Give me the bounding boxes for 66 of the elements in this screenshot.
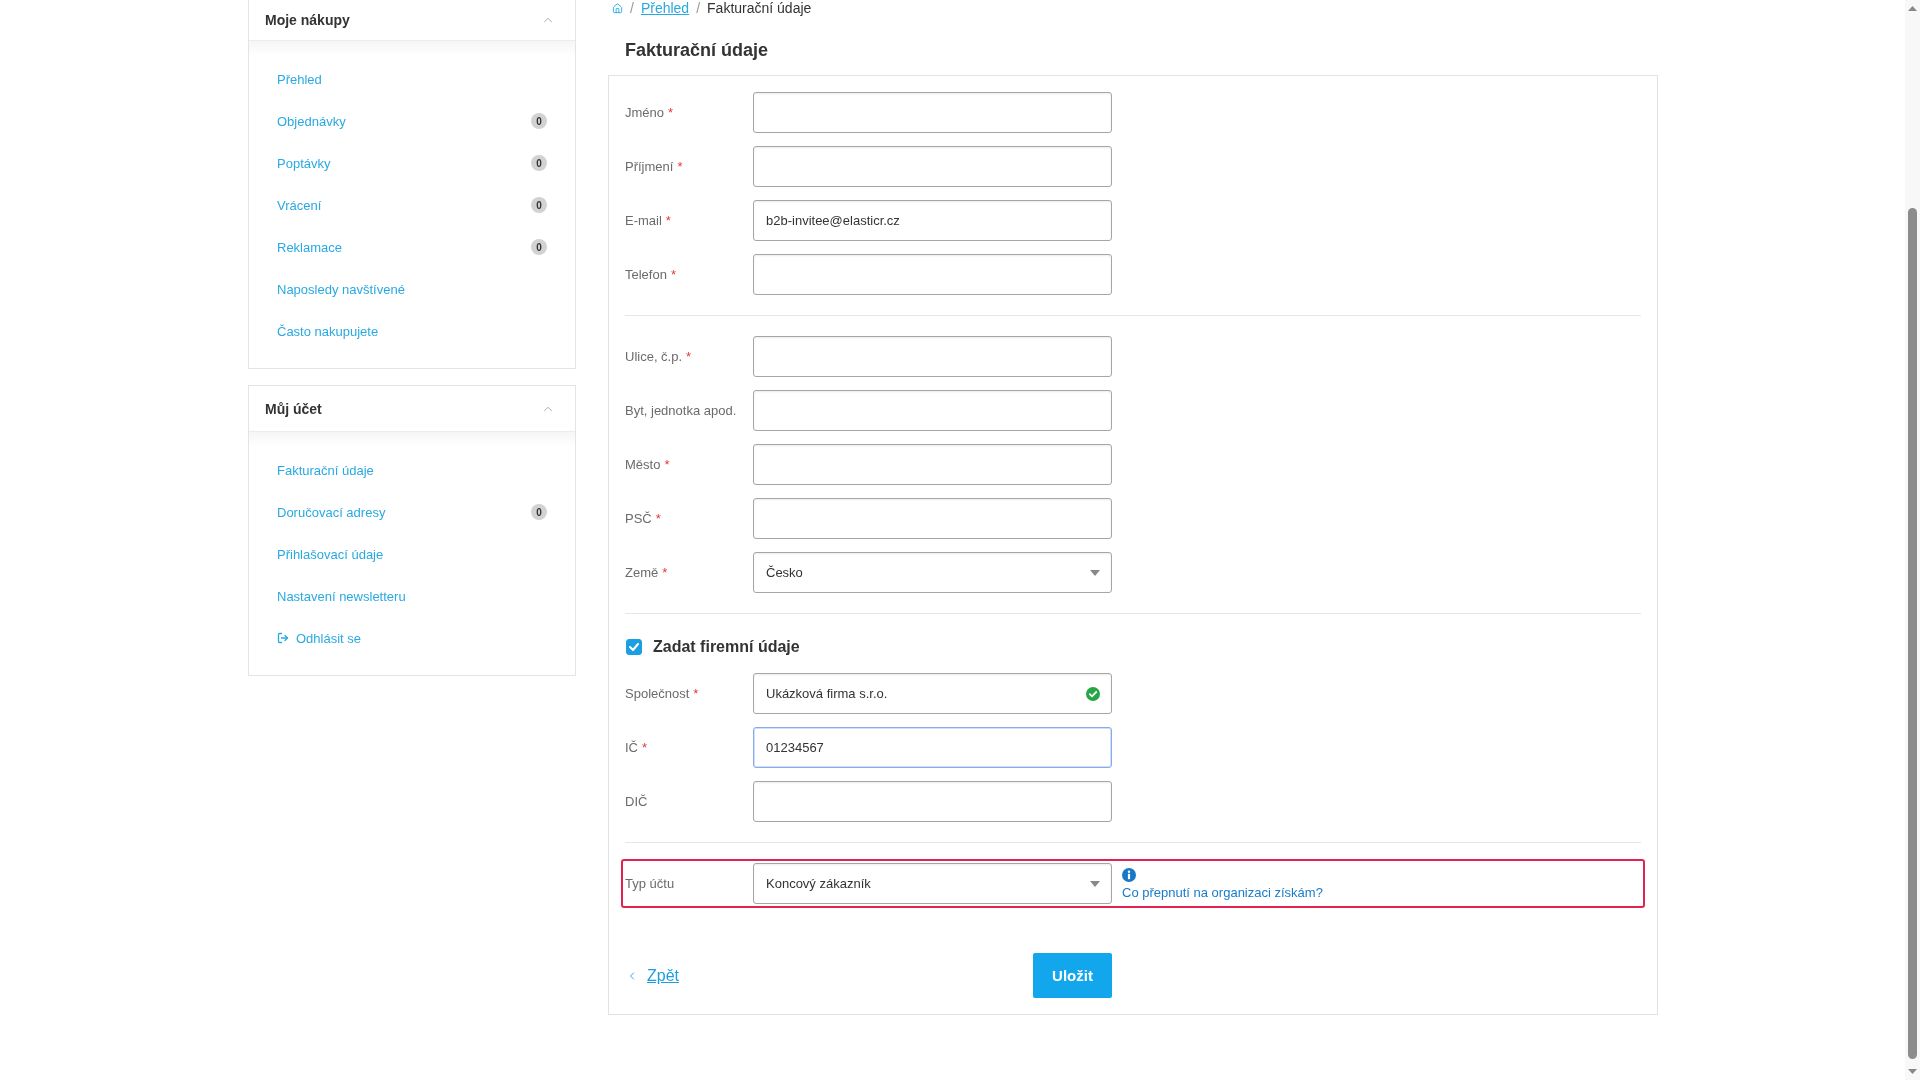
help-link[interactable]: Co přepnutí na organizaci získám? xyxy=(1122,884,1323,900)
page-title: Fakturační údaje xyxy=(625,39,769,62)
field-label: Telefon * xyxy=(625,267,677,282)
checkbox[interactable] xyxy=(626,639,642,655)
sidebar-link[interactable]: Naposledy navštívené xyxy=(277,281,405,297)
tick-icon xyxy=(629,643,639,651)
count-badge: 0 xyxy=(531,504,547,520)
checkbox-label: Zadat firemní údaje xyxy=(653,638,800,656)
input-field[interactable]: 01234567 xyxy=(753,727,1112,768)
count-badge: 0 xyxy=(531,239,547,255)
sidebar-link[interactable]: Objednávky xyxy=(277,113,346,129)
field-label: Země * xyxy=(625,565,669,580)
input-field[interactable] xyxy=(753,498,1112,539)
sidebar-link[interactable]: Nastavení newsletteru xyxy=(277,588,406,604)
field-label: PSČ * xyxy=(625,511,662,526)
sidebar-link[interactable]: Fakturační údaje xyxy=(277,462,374,478)
field-label: Město * xyxy=(625,457,671,472)
field-label: Typ účtu xyxy=(625,876,676,891)
caret-icon xyxy=(1090,569,1100,576)
field-label: Příjmení * xyxy=(625,159,684,174)
field-label: Byt, jednotka apod. xyxy=(625,403,738,418)
scroll-up-icon[interactable] xyxy=(1908,6,1917,11)
home-icon[interactable] xyxy=(612,2,623,14)
count-badge: 0 xyxy=(531,155,547,171)
panel-title: Můj účet xyxy=(265,400,322,417)
breadcrumb-link[interactable]: Přehled xyxy=(640,0,690,16)
logout-icon xyxy=(277,632,289,644)
input-field[interactable] xyxy=(753,390,1112,431)
field-label: IČ * xyxy=(625,740,649,755)
input-field[interactable] xyxy=(753,444,1112,485)
scrollbar-thumb[interactable] xyxy=(1908,208,1917,1059)
breadcrumb-separator: / xyxy=(696,0,701,16)
sidebar-link[interactable]: Vrácení xyxy=(277,197,322,213)
dropdown-field[interactable]: Česko xyxy=(753,552,1112,593)
input-field[interactable] xyxy=(753,781,1112,822)
back-link[interactable]: Zpět xyxy=(625,966,679,985)
count-badge: 0 xyxy=(531,113,547,129)
logout-link[interactable]: Odhlásit se xyxy=(277,630,362,646)
field-label: E-mail * xyxy=(625,213,672,228)
sidebar-link[interactable]: Přihlašovací údaje xyxy=(277,546,384,562)
field-label: Ulice, č.p. * xyxy=(625,349,693,364)
sidebar-link[interactable]: Přehled xyxy=(277,71,322,87)
sidebar-link[interactable]: Poptávky xyxy=(277,155,331,171)
input-field[interactable]: b2b-invitee@elasticr.cz xyxy=(753,200,1112,241)
input-field[interactable] xyxy=(753,336,1112,377)
sidebar-link[interactable]: Často nakupujete xyxy=(277,323,379,339)
save-button[interactable]: Uložit xyxy=(1033,953,1112,998)
scroll-down-icon[interactable] xyxy=(1908,1069,1917,1074)
dropdown-field[interactable]: Koncový zákazník xyxy=(753,863,1112,904)
panel-title: Moje nákupy xyxy=(265,12,350,28)
input-field[interactable] xyxy=(753,146,1112,187)
sidebar-link[interactable]: Doručovací adresy xyxy=(277,504,386,520)
input-field[interactable] xyxy=(753,92,1112,133)
field-label: Jméno * xyxy=(625,105,675,120)
field-label: Společnost * xyxy=(625,686,700,701)
check-circle-icon xyxy=(1086,686,1100,701)
caret-icon xyxy=(1090,880,1100,887)
sidebar-link[interactable]: Reklamace xyxy=(277,239,343,255)
count-badge: 0 xyxy=(531,197,547,213)
field-label: DIČ xyxy=(625,794,649,809)
input-field[interactable] xyxy=(753,254,1112,295)
breadcrumb-current: Fakturační údaje xyxy=(707,0,812,16)
info-icon xyxy=(1122,867,1136,882)
input-field[interactable]: Ukázková firma s.r.o. xyxy=(753,673,1112,714)
breadcrumb-separator: / xyxy=(630,0,634,16)
scrollbar[interactable] xyxy=(1905,0,1920,1080)
